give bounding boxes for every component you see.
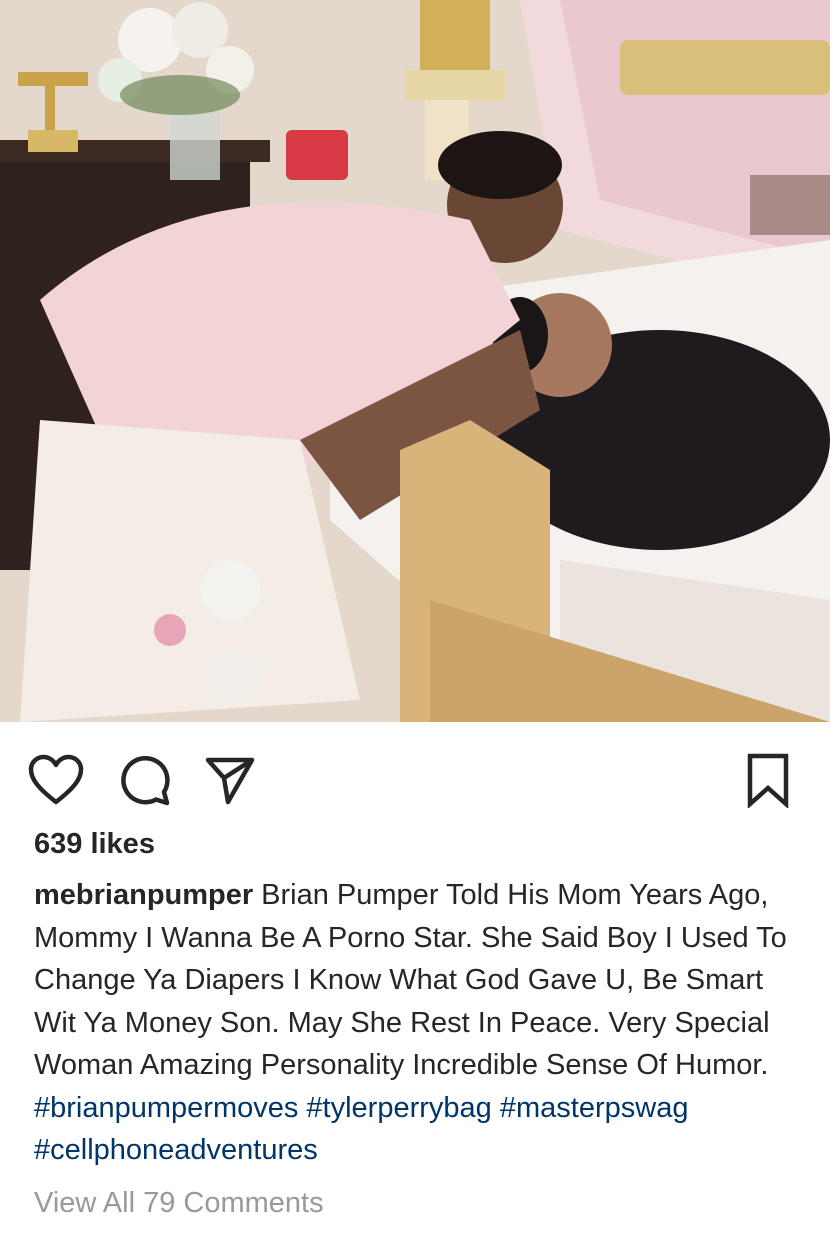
post-caption: mebrianpumper Brian Pumper Told His Mom Y… <box>34 874 804 1172</box>
post-actions-bar <box>0 722 830 830</box>
caption-username[interactable]: mebrianpumper <box>34 879 253 911</box>
instagram-post: 639 likes mebrianpumper Brian Pumper Told… <box>0 0 830 1234</box>
hashtag-link[interactable]: #cellphoneadventures <box>34 1134 318 1166</box>
comment-bubble-icon <box>121 755 170 806</box>
hashtag-link[interactable]: #brianpumpermoves <box>34 1092 298 1124</box>
post-photo[interactable] <box>0 0 830 722</box>
hashtag-link[interactable]: #masterpswag <box>500 1092 689 1124</box>
comment-button[interactable] <box>114 748 178 812</box>
hashtag-link[interactable]: #tylerperrybag <box>306 1092 491 1124</box>
bookmark-icon <box>747 753 789 808</box>
like-button[interactable] <box>24 748 88 812</box>
save-button[interactable] <box>736 748 800 812</box>
paper-plane-icon <box>205 757 255 805</box>
share-button[interactable] <box>198 748 262 812</box>
post-photo-illustration <box>0 0 830 722</box>
likes-count[interactable]: 639 likes <box>34 828 155 861</box>
heart-icon <box>28 754 84 805</box>
view-all-comments-link[interactable]: View All 79 Comments <box>34 1187 324 1220</box>
